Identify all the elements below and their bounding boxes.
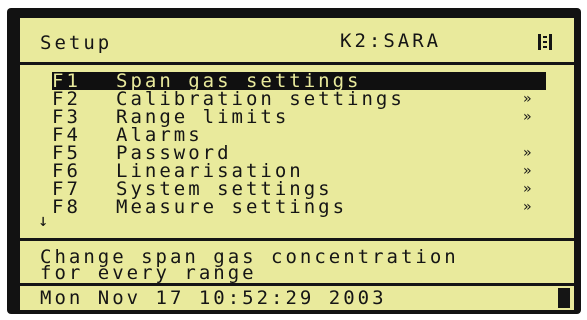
scroll-down-icon: ↓ — [38, 211, 49, 231]
list-icon[interactable] — [538, 34, 552, 50]
help-divider — [20, 238, 574, 241]
datetime-readout: Mon Nov 17 10:52:29 2003 — [40, 287, 387, 309]
status-bar: Mon Nov 17 10:52:29 2003 — [20, 286, 574, 310]
menu-item-label: Measure settings — [116, 196, 348, 218]
lcd-screen: Setup K2:SARA F1 Span gas settings F2 Ca… — [20, 18, 574, 310]
function-key-label: F8 — [52, 196, 81, 218]
submenu-arrow-icon: » — [523, 145, 532, 161]
help-line-2: for every range — [40, 262, 257, 284]
header-divider — [20, 62, 574, 65]
page-title: Setup — [40, 32, 113, 54]
submenu-arrow-icon: » — [523, 91, 532, 107]
submenu-arrow-icon: » — [523, 109, 532, 125]
submenu-arrow-icon: » — [523, 181, 532, 197]
device-context: K2:SARA — [340, 30, 442, 52]
submenu-arrow-icon: » — [523, 199, 532, 215]
submenu-arrow-icon: » — [523, 163, 532, 179]
header-bar: Setup K2:SARA — [20, 18, 574, 62]
status-flag-icon — [558, 288, 570, 308]
menu-item-measure-settings[interactable]: F8 Measure settings — [52, 196, 546, 218]
